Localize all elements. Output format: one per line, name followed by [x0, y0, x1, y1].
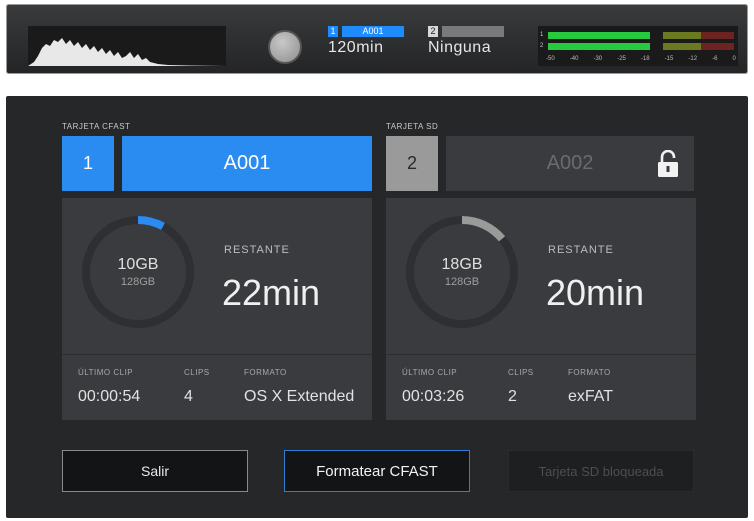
sd-locked-button[interactable]: Tarjeta SD bloqueada: [508, 450, 694, 492]
sd-used: 18GB: [441, 256, 483, 273]
cfast-info: 10GB 128GB RESTANTE 22min ÚLTIMO CLIP 00…: [62, 198, 372, 420]
top-slot-2-remaining: Ninguna: [428, 39, 492, 56]
sd-last-clip-label: ÚLTIMO CLIP: [402, 368, 458, 377]
cfast-last-clip-value: 00:00:54: [78, 388, 141, 405]
record-button[interactable]: [268, 30, 302, 64]
sd-title: TARJETA SD: [386, 122, 439, 131]
meter-channel-2-label: 2: [540, 43, 544, 49]
audio-meters[interactable]: 1 2 -50 -40 -30 -25 -18 -15 -12 -6 0: [538, 26, 738, 66]
cfast-clips-value: 4: [184, 388, 193, 405]
format-cfast-button[interactable]: Formatear CFAST: [284, 450, 470, 492]
cfast-remaining-value: 22min: [222, 272, 321, 313]
cfast-card-name[interactable]: A001: [122, 136, 372, 191]
cfast-format-label: FORMATO: [244, 368, 287, 377]
sd-card-name-label: A002: [546, 152, 594, 174]
sd-last-clip-value: 00:03:26: [402, 388, 465, 405]
meter-channel-1-label: 1: [540, 32, 544, 38]
cfast-remaining-label: RESTANTE: [224, 244, 290, 256]
top-slot-2-number: 2: [428, 26, 438, 37]
media-panel: TARJETA CFAST 1 A001 10GB 128GB RESTANTE…: [6, 96, 748, 518]
sd-remaining-value: 20min: [546, 272, 645, 313]
cfast-slot-number[interactable]: 1: [62, 136, 114, 191]
sd-clips-label: CLIPS: [508, 368, 534, 377]
meter-1-yellow: [663, 32, 701, 39]
histogram-graph: [28, 38, 226, 66]
meter-scale-tick: -50: [546, 56, 555, 62]
audio-meter-channel-2: [548, 43, 734, 50]
status-bar: 1 A001 120min 2 Ninguna 1 2 -50 -40 -30 -25…: [6, 4, 748, 74]
cfast-capacity: 10GB 128GB: [80, 214, 196, 330]
meter-scale-tick: -12: [688, 56, 698, 62]
sd-format-value: exFAT: [568, 388, 614, 405]
histogram: [28, 26, 226, 66]
meter-scale-tick: 0: [732, 56, 736, 62]
meter-scale-tick: -18: [640, 56, 650, 62]
sd-divider: [386, 354, 696, 355]
meter-scale-tick: -6: [712, 56, 718, 62]
cfast-last-clip-label: ÚLTIMO CLIP: [78, 368, 134, 377]
top-slot-1[interactable]: 1 A001 120min: [328, 26, 404, 62]
sd-total: 128GB: [444, 276, 480, 288]
meter-1-green: [548, 32, 651, 39]
meter-scale-tick: -30: [593, 56, 603, 62]
lock-open-icon: [658, 150, 678, 177]
meter-scale-tick: -25: [617, 56, 626, 62]
cfast-title: TARJETA CFAST: [62, 122, 131, 131]
cfast-divider: [62, 354, 372, 355]
sd-format-label: FORMATO: [568, 368, 611, 377]
audio-meter-channel-1: [548, 32, 734, 39]
meter-2-green: [548, 43, 651, 50]
exit-button[interactable]: Salir: [62, 450, 248, 492]
top-slot-1-number: 1: [328, 26, 338, 37]
sd-info: 18GB 128GB RESTANTE 20min ÚLTIMO CLIP 00…: [386, 198, 696, 420]
meter-scale-tick: -15: [664, 56, 674, 62]
meter-scale-tick: -40: [569, 56, 579, 62]
top-slot-1-remaining: 120min: [328, 39, 384, 56]
sd-capacity: 18GB 128GB: [404, 214, 520, 330]
cfast-used: 10GB: [117, 256, 159, 273]
meter-1-red: [700, 32, 734, 39]
cfast-clips-label: CLIPS: [184, 368, 210, 377]
meter-2-red: [700, 43, 734, 50]
top-slot-2-clip: [442, 26, 504, 37]
meter-2-yellow: [663, 43, 701, 50]
sd-slot-number[interactable]: 2: [386, 136, 438, 191]
top-slot-2[interactable]: 2 Ninguna: [428, 26, 504, 62]
cfast-format-value: OS X Extended: [244, 388, 355, 405]
top-slot-1-clip: A001: [342, 26, 404, 37]
meter-scale: -50 -40 -30 -25 -18 -15 -12 -6 0: [546, 56, 736, 62]
sd-remaining-label: RESTANTE: [548, 244, 614, 256]
cfast-total: 128GB: [120, 276, 156, 288]
sd-clips-value: 2: [508, 388, 517, 405]
